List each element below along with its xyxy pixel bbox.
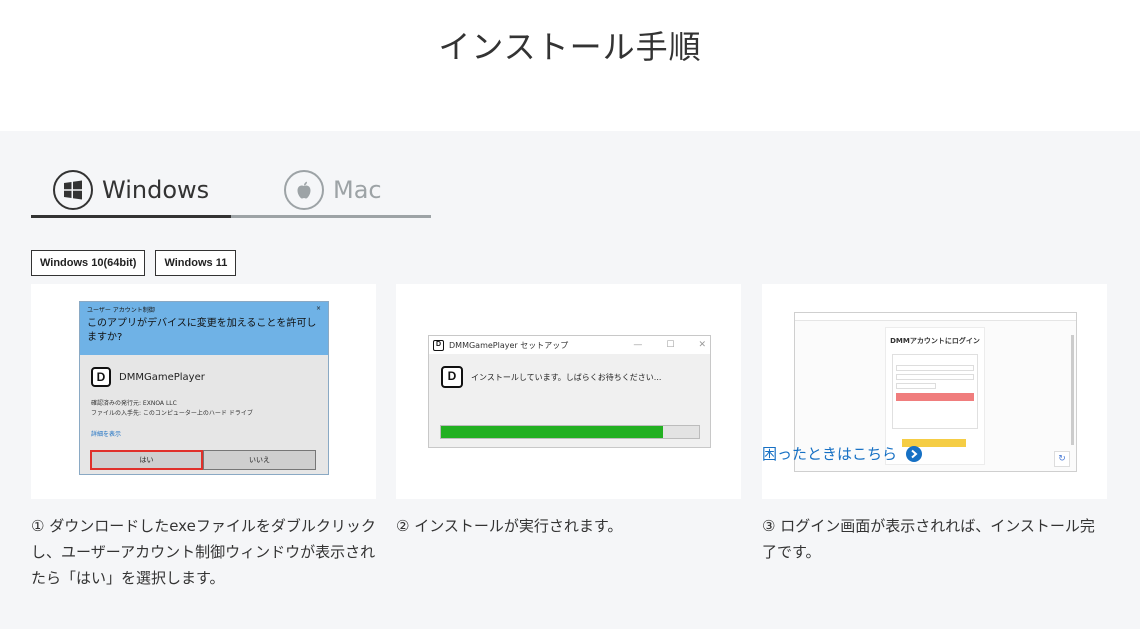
tab-mac-label: Mac <box>333 176 382 204</box>
badge-windows-11[interactable]: Windows 11 <box>155 250 237 276</box>
uac-publisher: 確認済みの発行元: EXNOA LLC <box>91 400 177 407</box>
os-version-badges: Windows 10(64bit) Windows 11 <box>31 250 237 276</box>
trouble-link-label: 困ったときはこちら <box>762 445 898 463</box>
step-2-text: ② インストールが実行されます。 <box>396 517 623 535</box>
uac-no-button: いいえ <box>203 450 316 470</box>
dmm-logo-icon: D <box>91 367 111 387</box>
uac-yes-button: はい <box>90 450 203 470</box>
dmm-logo-icon: D <box>433 339 444 351</box>
apple-logo-icon <box>284 170 324 210</box>
login-option <box>896 383 936 389</box>
login-title: DMMアカウントにログイン <box>890 337 980 345</box>
uac-details-link: 詳細を表示 <box>91 431 122 438</box>
badge-windows-10[interactable]: Windows 10(64bit) <box>31 250 146 276</box>
dmm-logo-icon: D <box>441 366 463 388</box>
login-email-field <box>896 365 974 371</box>
uac-question: このアプリがデバイスに変更を加えることを許可しますか? <box>87 318 317 343</box>
os-tabs: Windows Mac <box>31 165 431 218</box>
step-1-text: ① ダウンロードしたexeファイルをダブルクリックし、ユーザーアカウント制御ウィ… <box>31 517 376 587</box>
login-form <box>892 354 978 429</box>
step-2-screenshot: D DMMGamePlayer セットアップ — ☐ ✕ D インストールしてい… <box>396 284 741 499</box>
tab-windows-label: Windows <box>102 176 210 204</box>
setup-message: インストールしています。しばらくお待ちください... <box>471 372 662 382</box>
setup-title: DMMGamePlayer セットアップ <box>449 340 569 350</box>
login-titlebar <box>795 313 1076 321</box>
install-section: Windows Mac Windows 10(64bit) Windows 11… <box>0 131 1140 629</box>
step-3-screenshot: DMMアカウントにログイン ↻ <box>762 284 1107 499</box>
minimize-icon: — <box>633 340 643 350</box>
page-title: インストール手順 <box>438 28 702 66</box>
uac-info: 確認済みの発行元: EXNOA LLC ファイルの入手先: このコンピューター上… <box>91 399 328 419</box>
windows-logo-icon <box>53 170 93 210</box>
uac-origin: ファイルの入手先: このコンピューター上のハード ドライブ <box>91 410 253 417</box>
login-scrollbar <box>1071 335 1074 445</box>
trouble-help-link[interactable]: 困ったときはこちら <box>762 443 923 464</box>
uac-window-title: ユーザー アカウント制御 <box>87 307 155 314</box>
step-1-screenshot: ユーザー アカウント制御 × このアプリがデバイスに変更を加えることを許可します… <box>31 284 376 499</box>
close-icon: × <box>315 305 321 312</box>
uac-header: ユーザー アカウント制御 × このアプリがデバイスに変更を加えることを許可します… <box>80 302 328 355</box>
close-icon: ✕ <box>698 340 706 350</box>
maximize-icon: ☐ <box>666 340 675 350</box>
arrow-right-circle-icon <box>906 445 923 462</box>
step-3-text: ③ ログイン画面が表示されれば、インストール完了です。 <box>762 517 1095 561</box>
uac-app-name: DMMGamePlayer <box>119 371 205 383</box>
setup-window: D DMMGamePlayer セットアップ — ☐ ✕ D インストールしてい… <box>428 335 711 448</box>
uac-buttons: はい いいえ <box>90 450 316 470</box>
login-button <box>896 393 974 401</box>
tab-mac[interactable]: Mac <box>231 165 431 218</box>
setup-body: D インストールしています。しばらくお待ちください... <box>441 366 710 388</box>
install-progress-fill <box>441 426 663 438</box>
recaptcha-icon: ↻ <box>1054 451 1070 467</box>
uac-app-row: D DMMGamePlayer <box>91 367 328 387</box>
uac-dialog: ユーザー アカウント制御 × このアプリがデバイスに変更を加えることを許可します… <box>79 301 329 475</box>
window-controls: — ☐ ✕ <box>633 340 706 350</box>
setup-titlebar: D DMMGamePlayer セットアップ — ☐ ✕ <box>429 336 710 354</box>
tab-windows[interactable]: Windows <box>31 165 231 218</box>
login-password-field <box>896 374 974 380</box>
install-progress-bar <box>440 425 700 439</box>
